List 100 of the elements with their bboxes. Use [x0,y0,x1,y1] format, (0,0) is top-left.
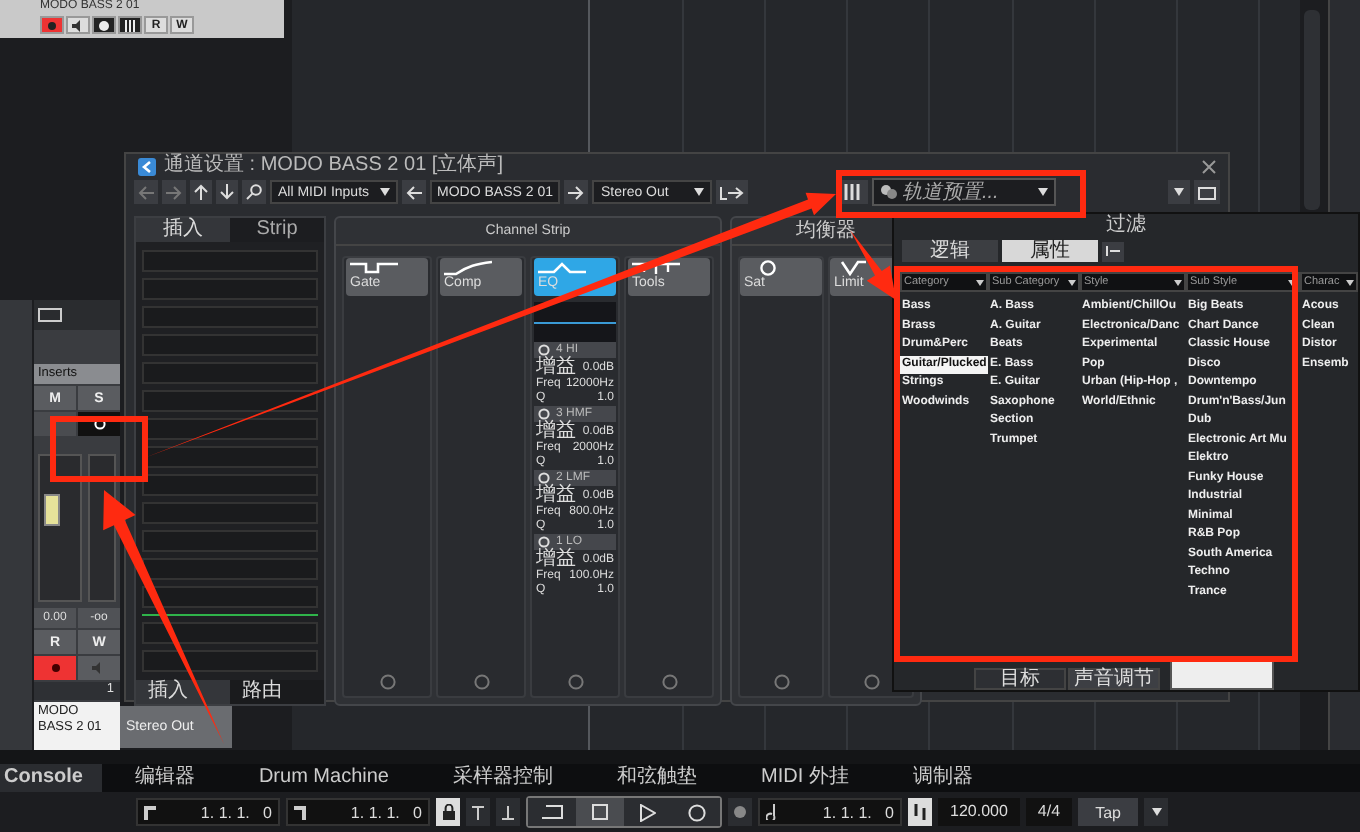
input-arrow-button[interactable] [401,180,426,204]
panel-title: 均衡器 [796,220,856,242]
insert-slot[interactable] [142,390,318,412]
close-icon[interactable] [1202,159,1216,173]
speaker-button[interactable] [66,16,90,34]
dropdown-button[interactable] [1168,180,1190,204]
speaker-icon [92,662,106,674]
scrollbar[interactable] [1304,10,1320,210]
record-button[interactable] [40,16,64,34]
panel-tab[interactable]: 插入 [136,680,230,704]
param-label: 增益 [536,422,576,442]
position-field[interactable]: 1. 1. 1. 0 [758,798,902,826]
lower-zone-tab[interactable]: 调制器 [880,764,1005,792]
reset-icon [1106,246,1120,256]
search-button[interactable] [242,180,266,204]
circle-icon [732,804,748,820]
camera-button[interactable] [1194,180,1220,204]
record-button[interactable] [672,798,720,826]
record-icon [687,803,705,821]
app-logo-icon [138,157,156,175]
power-icon [538,344,550,356]
fader-handle[interactable] [44,494,60,527]
panel-tab[interactable]: 路由 [230,680,324,704]
eq-curve-display [534,302,616,342]
param-label: 增益 [536,358,576,378]
back-button[interactable] [134,180,158,204]
panel-tab[interactable]: 插入 [136,218,230,242]
insert-slot[interactable] [142,446,318,468]
up-button[interactable] [190,180,212,204]
lock-icon [441,804,455,820]
lower-zone-tab[interactable]: MIDI 外挂 [728,764,881,792]
time-signature-field[interactable]: 4/4 [1025,798,1073,826]
left-arrow-icon [405,185,422,199]
right-arrow-icon [166,185,182,199]
dropdown-button[interactable] [1144,798,1169,826]
monitor-icon [38,308,62,322]
caret-icon [1038,188,1048,196]
lower-zone-tab[interactable]: 和弦触垫 [584,764,729,792]
lower-zone-tab[interactable]: Drum Machine [226,764,421,792]
tap-button[interactable]: Tap [1078,798,1139,826]
speaker-icon [71,19,85,31]
stop-button[interactable] [576,798,624,826]
tools-curve-icon [632,260,680,276]
reset-button[interactable] [1102,241,1124,261]
power-icon[interactable] [863,674,879,690]
down-arrow-icon [220,184,234,200]
lower-zone-tab[interactable]: 采样器控制 [420,764,585,792]
left-bracket-icon [144,805,156,819]
keyboard-button[interactable] [840,180,868,204]
keyboard-icon [123,19,137,31]
caret-icon [976,279,984,285]
eq-curve-icon [538,260,586,276]
power-icon[interactable] [379,674,395,690]
power-icon[interactable] [661,674,677,690]
metronome-button[interactable] [728,798,752,826]
insert-slot[interactable] [142,650,318,672]
right-locator-field[interactable]: 1. 1. 1. 0 [286,798,430,826]
caret-icon [1288,279,1296,285]
caret-icon [379,188,390,196]
power-icon[interactable] [567,674,583,690]
filter-mode-toggle[interactable]: 逻辑 [902,240,998,262]
tempo-mode-button[interactable] [908,798,932,826]
insert-slot[interactable] [142,622,318,644]
power-icon[interactable] [773,674,789,690]
cycle-button[interactable] [528,798,576,826]
caret-icon [1174,279,1182,285]
record-icon [48,21,56,29]
fader-track[interactable] [38,454,82,602]
stop-icon [592,804,608,820]
output-arrow-button[interactable] [564,180,589,204]
circle-icon [98,19,110,31]
power-icon [538,472,550,484]
track-preset-field[interactable]: 轨道预置... [872,178,1056,206]
punch-in-button[interactable] [466,798,490,826]
comp-curve-icon [444,260,492,276]
lower-zone-tab[interactable]: 编辑器 [102,764,227,792]
filter-mode-toggle[interactable]: 属性 [1002,240,1098,262]
lower-zone-tab[interactable]: Console [0,764,103,792]
tempo-field[interactable]: 120.000 [938,798,1020,826]
left-locator-field[interactable]: 1. 1. 1. 0 [136,798,280,826]
play-button[interactable] [624,798,672,826]
routing-button[interactable] [716,180,749,204]
insert-slot[interactable] [142,418,318,440]
down-button[interactable] [216,180,238,204]
tempo-icon [913,804,927,820]
power-icon[interactable] [473,674,489,690]
window-title: 通道设置 : MODO BASS 2 01 [立体声] [164,154,503,178]
insert-slot[interactable] [142,558,318,580]
param-label: 增益 [536,486,576,506]
lock-button[interactable] [436,798,460,826]
punch-out-button[interactable] [496,798,520,826]
param-label: 增益 [536,550,576,570]
panel-tab[interactable]: 声音调节 [1068,668,1160,690]
gate-curve-icon [350,260,398,276]
play-icon [640,803,656,821]
camera-icon [1198,184,1216,200]
panel-tab[interactable]: 目标 [974,668,1066,690]
insert-slot[interactable] [142,586,318,608]
power-icon [538,536,550,548]
keyboard-button[interactable] [118,16,142,34]
